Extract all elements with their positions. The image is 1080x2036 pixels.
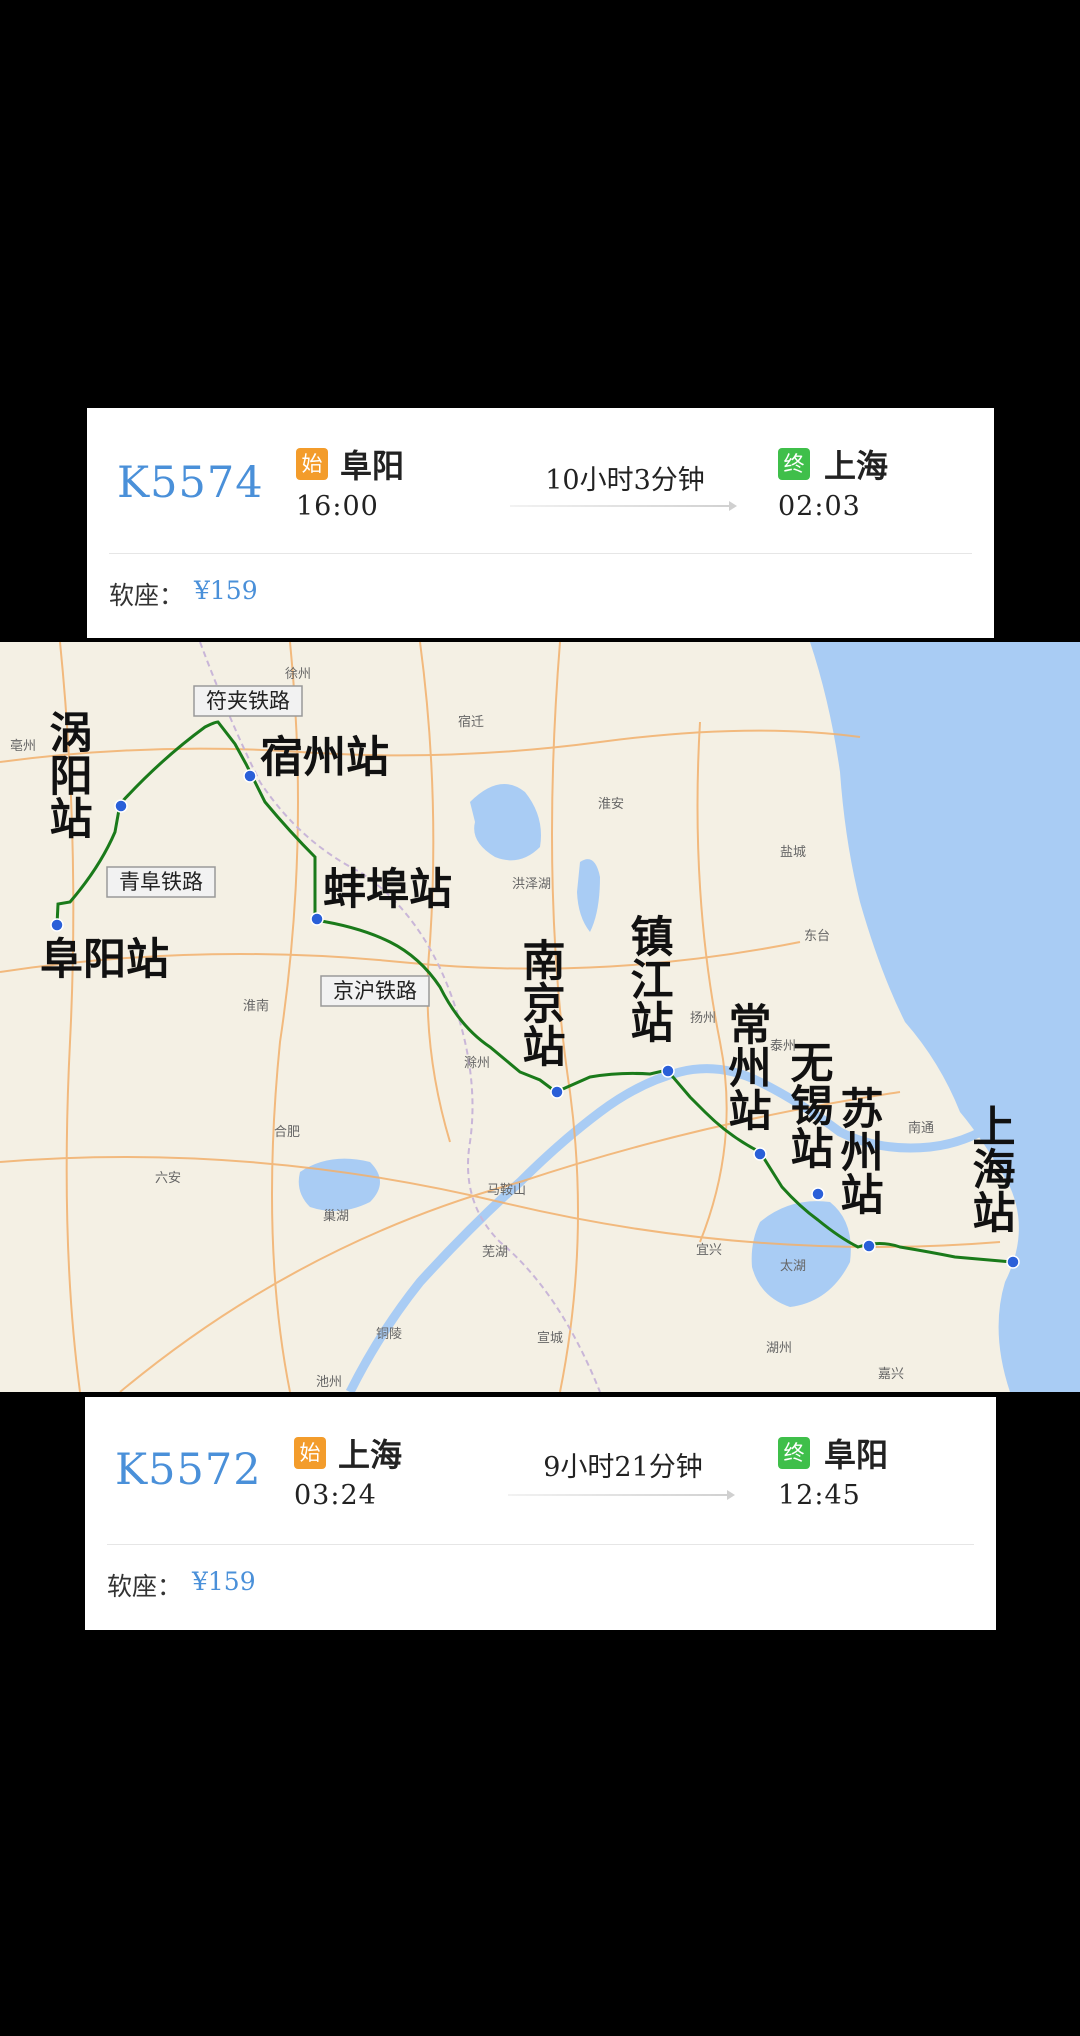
place-chuzhou: 滁州: [464, 1055, 490, 1070]
train-number: K5572: [115, 1445, 262, 1495]
label-suzhou-ah: 宿州站: [260, 733, 389, 783]
bengbu-station-dot[interactable]: [310, 912, 324, 926]
ticket-price: ¥159: [194, 576, 258, 605]
wuxi-station-dot[interactable]: [811, 1187, 825, 1201]
arrival-station: 阜阳: [824, 1436, 889, 1474]
place-jiaxing: 嘉兴: [878, 1366, 904, 1381]
place-yancheng: 盐城: [780, 844, 806, 859]
guoyang-station-dot[interactable]: [114, 799, 128, 813]
start-badge: 始: [296, 448, 328, 480]
start-badge: 始: [294, 1437, 326, 1469]
train-card-k5574[interactable]: K5574 始 阜阳 16:00 10小时3分钟 终 上海 02:03 软座： …: [87, 408, 994, 638]
railway-label-fujia: 符夹铁路: [193, 685, 303, 717]
route-arrow: [510, 501, 737, 511]
travel-duration: 10小时3分钟: [545, 465, 705, 496]
place-dongtai: 东台: [804, 928, 830, 943]
place-tongling: 铜陵: [376, 1326, 402, 1341]
departure-time: 16:00: [296, 491, 379, 522]
nanjing-station-dot[interactable]: [550, 1085, 564, 1099]
place-maanshan: 马鞍山: [487, 1182, 526, 1197]
label-shanghai: 上海站: [965, 1104, 1016, 1233]
railway-label-jinghu: 京沪铁路: [320, 975, 430, 1007]
travel-duration: 9小时21分钟: [543, 1452, 703, 1483]
departure-station: 上海: [338, 1436, 403, 1474]
arrival-time: 12:45: [778, 1480, 861, 1511]
arrival-time: 02:03: [778, 491, 861, 522]
route-map[interactable]: 徐州 宿迁 淮安 盐城 亳州 洪泽湖 合肥 滁州 淮南 六安 巢湖 芜湖 马鞍山…: [0, 642, 1080, 1392]
seat-type-label: 软座：: [107, 1572, 183, 1601]
label-fuyang: 阜阳站: [40, 935, 169, 985]
place-chaohu: 巢湖: [323, 1208, 349, 1223]
place-liuan: 六安: [155, 1170, 181, 1185]
railway-name-jinghu: 京沪铁路: [333, 979, 417, 1003]
railway-name-fujia: 符夹铁路: [206, 689, 290, 713]
zhenjiang-station-dot[interactable]: [661, 1064, 675, 1078]
place-taihu: 太湖: [780, 1258, 806, 1273]
place-huzhou: 湖州: [766, 1340, 792, 1355]
train-number: K5574: [117, 458, 264, 508]
shanghai-station-dot[interactable]: [1006, 1255, 1020, 1269]
end-badge: 终: [778, 448, 810, 480]
place-chizhou: 池州: [316, 1374, 342, 1389]
route-arrow: [508, 1490, 735, 1500]
label-nanjing: 南京站: [515, 938, 565, 1067]
ticket-price: ¥159: [192, 1567, 256, 1596]
label-wuxi: 无锡站: [783, 1040, 834, 1169]
place-huaian: 淮安: [598, 796, 624, 811]
label-changzhou: 常州站: [721, 1002, 772, 1131]
suzhou-ah-station-dot[interactable]: [243, 769, 257, 783]
place-wuhu: 芜湖: [482, 1244, 508, 1259]
railway-name-qingfu: 青阜铁路: [119, 870, 203, 894]
label-suzhou-js: 苏州站: [833, 1086, 884, 1215]
place-hefei: 合肥: [274, 1124, 300, 1139]
label-guoyang: 涡阳站: [42, 710, 93, 839]
changzhou-station-dot[interactable]: [753, 1147, 767, 1161]
label-bengbu: 蚌埠站: [323, 865, 452, 915]
arrival-station: 上海: [824, 447, 889, 485]
place-yixing: 宜兴: [696, 1242, 722, 1257]
place-hongzehu: 洪泽湖: [512, 876, 551, 891]
place-xuancheng: 宣城: [537, 1330, 563, 1345]
divider: [109, 553, 972, 554]
train-card-k5572[interactable]: K5572 始 上海 03:24 9小时21分钟 终 阜阳 12:45 软座： …: [85, 1397, 996, 1630]
place-bozhou: 亳州: [10, 738, 36, 753]
place-xuzhou: 徐州: [285, 666, 311, 681]
railway-label-qingfu: 青阜铁路: [106, 866, 216, 898]
place-nantong: 南通: [908, 1120, 934, 1135]
fuyang-station-dot[interactable]: [50, 918, 64, 932]
place-huainan: 淮南: [243, 998, 269, 1013]
divider: [107, 1544, 974, 1545]
label-zhenjiang: 镇江站: [623, 914, 674, 1043]
departure-station: 阜阳: [340, 447, 405, 485]
place-suqian: 宿迁: [458, 714, 484, 729]
departure-time: 03:24: [294, 1480, 377, 1511]
seat-type-label: 软座：: [109, 581, 185, 610]
suzhou-js-station-dot[interactable]: [862, 1239, 876, 1253]
place-yangzhou: 扬州: [690, 1010, 716, 1025]
end-badge: 终: [778, 1437, 810, 1469]
